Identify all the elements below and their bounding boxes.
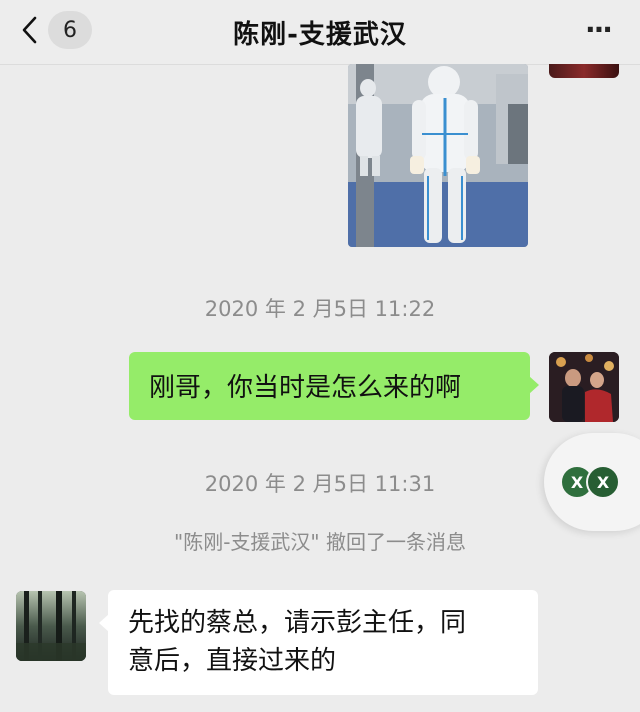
chat-title: 陈刚-支援武汉: [233, 20, 407, 50]
message-timestamp: 2020 年 2 月5日 11:31: [204, 472, 436, 496]
bubble-tail: [99, 614, 109, 632]
message-text-line: 意后，直接过来的: [128, 646, 337, 676]
sender-avatar[interactable]: [549, 64, 619, 78]
incoming-message-bubble[interactable]: 先找的蔡总，请示彭主任，同 意后，直接过来的: [99, 590, 538, 695]
image-message[interactable]: [348, 64, 528, 247]
avatar-photo: [16, 591, 86, 661]
avatar-photo: [549, 352, 619, 422]
bubble-tail: [529, 376, 539, 394]
photo-thumbnail: [348, 64, 528, 247]
message-text: 刚哥，你当时是怎么来的啊: [149, 373, 462, 403]
message-text-line: 先找的蔡总，请示彭主任，同: [128, 608, 467, 638]
outgoing-message-bubble[interactable]: 刚哥，你当时是怎么来的啊: [129, 352, 539, 420]
contact-avatar[interactable]: [16, 591, 86, 661]
message-timestamp: 2020 年 2 月5日 11:22: [204, 297, 436, 321]
self-avatar[interactable]: [549, 352, 619, 422]
recall-notice: "陈刚-支援武汉" 撤回了一条消息: [174, 530, 466, 554]
more-options-icon[interactable]: ···: [578, 13, 618, 46]
chat-header: 6 陈刚-支援武汉 ···: [0, 0, 640, 65]
